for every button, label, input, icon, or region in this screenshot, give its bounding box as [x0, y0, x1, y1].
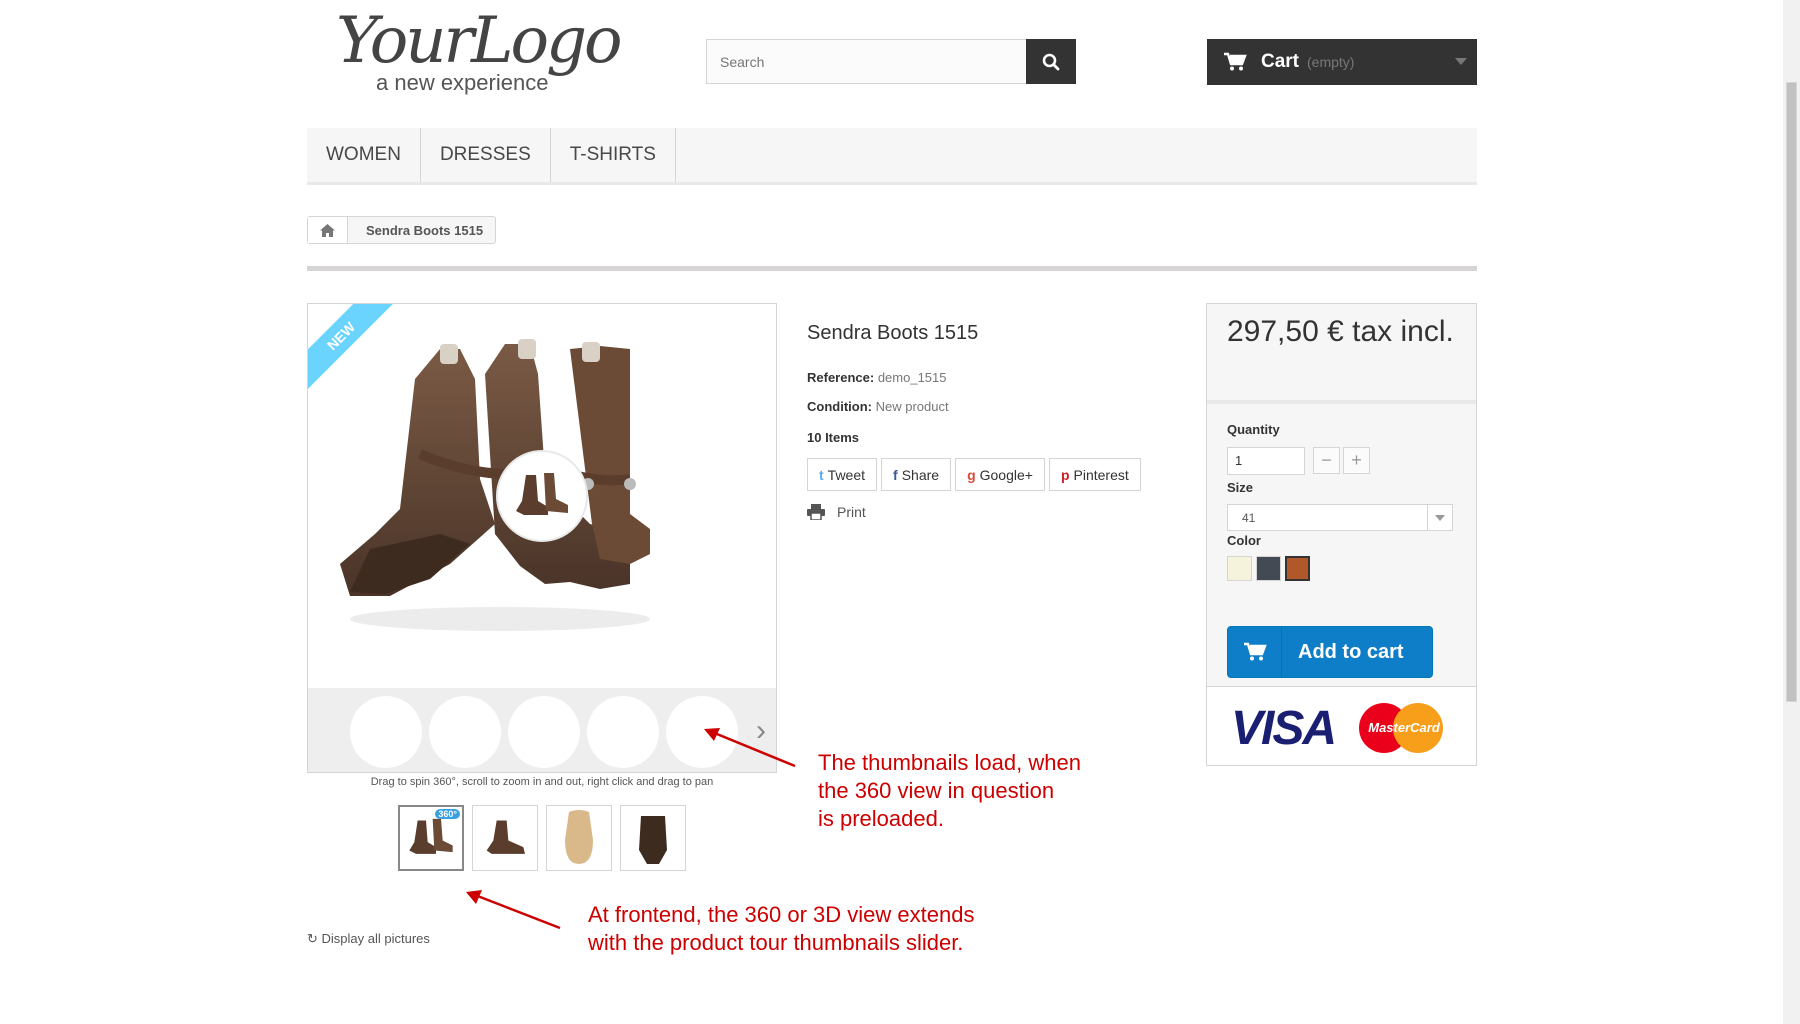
product-name: Sendra Boots 1515 — [807, 322, 979, 344]
color-swatch-dark-grey[interactable] — [1256, 556, 1281, 581]
boots-thumb-image — [409, 818, 453, 854]
cart-icon — [1224, 52, 1247, 71]
boot-side-image — [486, 820, 525, 854]
twitter-icon: t — [819, 466, 824, 483]
visa-logo: VISA — [1231, 702, 1337, 755]
mastercard-logo: MasterCard — [1359, 703, 1449, 753]
section-divider — [307, 266, 1477, 271]
loading-thumb-placeholder — [350, 696, 422, 768]
print-link[interactable]: Print — [807, 504, 866, 520]
home-icon — [320, 223, 335, 237]
condition-label: Condition: — [807, 399, 872, 414]
menu-item-women[interactable]: WOMEN — [307, 128, 421, 182]
search-button[interactable] — [1026, 39, 1076, 84]
facebook-icon: f — [893, 466, 898, 483]
refresh-icon: ↻ — [307, 931, 318, 946]
menu-item-t-shirts[interactable]: T-SHIRTS — [551, 128, 676, 182]
reference-label: Reference: — [807, 370, 875, 385]
minus-icon: − — [1321, 450, 1332, 470]
search-icon — [1042, 53, 1060, 70]
loading-thumb-placeholder — [666, 696, 738, 768]
scrollbar-thumb[interactable] — [1786, 82, 1797, 702]
viewer-hint: Drag to spin 360°, scroll to zoom in and… — [370, 776, 714, 788]
thumbnail-sole-view[interactable] — [546, 805, 612, 871]
product-price: 297,50 € tax incl. — [1207, 304, 1476, 404]
breadcrumb-current: Sendra Boots 1515 — [366, 222, 484, 238]
product-condition: Condition: New product — [807, 399, 949, 414]
site-logo[interactable]: YourLogo a new experience — [330, 4, 630, 100]
condition-value: New product — [875, 399, 949, 414]
share-label: Share — [901, 466, 940, 483]
cart-status: (empty) — [1307, 54, 1355, 70]
loading-thumb-placeholder — [429, 696, 501, 768]
thumbnail-loading-strip: › — [308, 688, 776, 772]
quantity-decrease-button[interactable]: − — [1313, 447, 1340, 474]
thumbnail-360[interactable]: 360° — [398, 805, 464, 871]
google-plus-label: Google+ — [979, 466, 1033, 483]
product-boots-image — [340, 339, 650, 631]
logo-tagline: a new experience — [376, 70, 549, 95]
360-badge: 360° — [435, 809, 460, 819]
search-bar — [706, 39, 1076, 84]
annotation-slider-note: At frontend, the 360 or 3D view extends … — [588, 902, 975, 955]
google-plus-icon: g — [967, 466, 976, 483]
quantity-input[interactable]: 1 — [1227, 447, 1305, 475]
size-select[interactable]: 41 — [1227, 504, 1453, 531]
stock-quantity: 10 Items — [807, 430, 860, 445]
plus-icon: + — [1351, 450, 1362, 470]
social-sharing: t Tweet f Share g Google+ p Pinterest — [807, 458, 1141, 491]
quantity-label: Quantity — [1227, 422, 1280, 437]
reference-value: demo_1515 — [877, 370, 947, 385]
cart-icon — [1228, 627, 1282, 677]
search-input[interactable] — [707, 40, 1026, 83]
logo-main-text: YourLogo — [336, 4, 623, 78]
mastercard-text: MasterCard — [1368, 720, 1440, 735]
breadcrumb-home[interactable] — [308, 217, 348, 243]
print-label: Print — [837, 504, 866, 520]
page-scrollbar[interactable] — [1783, 0, 1800, 1024]
product-thumbnails: 360° — [398, 805, 686, 871]
size-value: 41 — [1242, 511, 1256, 525]
add-to-cart-button[interactable]: Add to cart — [1227, 626, 1433, 678]
display-all-label: Display all pictures — [321, 931, 430, 946]
color-swatch-brown[interactable] — [1285, 556, 1310, 581]
color-swatch-beige[interactable] — [1227, 556, 1252, 581]
pinterest-label: Pinterest — [1073, 466, 1129, 483]
loading-thumb-placeholder — [587, 696, 659, 768]
chevron-right-icon[interactable]: › — [756, 714, 766, 748]
quantity-increase-button[interactable]: + — [1343, 447, 1370, 474]
tweet-label: Tweet — [827, 466, 866, 483]
cart-button[interactable]: Cart (empty) — [1207, 39, 1477, 85]
payment-logos: VISA MasterCard — [1207, 686, 1476, 765]
tweet-button[interactable]: t Tweet — [807, 458, 878, 491]
boot-top-image — [639, 816, 667, 864]
cart-label: Cart — [1261, 51, 1300, 72]
thumbnail-side-view[interactable] — [472, 805, 538, 871]
breadcrumb: Sendra Boots 1515 — [307, 216, 497, 244]
chevron-down-icon — [1427, 505, 1452, 530]
chevron-down-icon — [1455, 58, 1467, 65]
pinterest-icon: p — [1060, 466, 1070, 483]
pinterest-button[interactable]: p Pinterest — [1048, 458, 1141, 491]
buy-box: 297,50 € tax incl. Quantity 1 − + Size 4… — [1206, 303, 1477, 766]
annotation-thumbnails-note: The thumbnails load, when the 360 view i… — [818, 750, 1081, 831]
360-preview-badge[interactable] — [496, 450, 588, 542]
printer-icon — [807, 504, 825, 520]
color-label: Color — [1227, 533, 1261, 548]
google-plus-button[interactable]: g Google+ — [955, 458, 1045, 491]
display-all-pictures-link[interactable]: ↻ Display all pictures — [307, 931, 430, 947]
boots-mini-icon — [516, 473, 568, 515]
thumbnail-top-view[interactable] — [620, 805, 686, 871]
share-button[interactable]: f Share — [881, 458, 952, 491]
product-360-viewer[interactable]: NEW › — [307, 303, 777, 773]
loading-thumb-placeholder — [508, 696, 580, 768]
boot-sole-image — [565, 810, 593, 864]
add-to-cart-label: Add to cart — [1298, 640, 1404, 663]
size-label: Size — [1227, 480, 1254, 495]
main-menu: WOMEN DRESSES T-SHIRTS — [307, 128, 1477, 185]
product-reference: Reference: demo_1515 — [807, 370, 947, 385]
menu-item-dresses[interactable]: DRESSES — [421, 128, 551, 182]
